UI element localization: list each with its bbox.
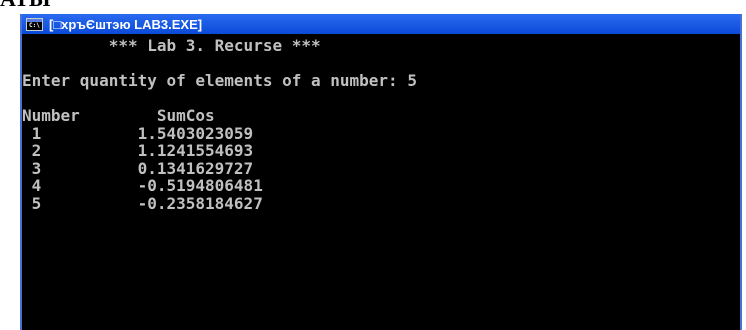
- console-prompt-line: Enter quantity of elements of a number: …: [22, 71, 417, 90]
- console-row: 5 -0.2358184627: [22, 193, 263, 213]
- cmd-icon-text: C:\: [29, 21, 40, 29]
- background-heading-fragment: ATЫ: [0, 0, 51, 12]
- cmd-console-icon[interactable]: C:\: [26, 17, 43, 31]
- console-row: 1 1.5403023059: [22, 123, 254, 143]
- window-titlebar[interactable]: C:\ [□хръЄштэю LAB3.EXE]: [22, 14, 740, 34]
- console-row: 3 0.1341629727: [22, 158, 254, 178]
- console-window[interactable]: C:\ [□хръЄштэю LAB3.EXE] *** Lab 3. Recu…: [20, 14, 742, 330]
- console-row: 4 -0.5194806481: [22, 176, 263, 195]
- window-title: [□хръЄштэю LAB3.EXE]: [49, 16, 203, 32]
- console-row: 2 1.1241554693: [22, 141, 254, 160]
- console-output[interactable]: *** Lab 3. Recurse *** Enter quantity of…: [22, 34, 740, 330]
- console-header-line: *** Lab 3. Recurse ***: [22, 36, 321, 55]
- console-column-headers: Number SumCos: [22, 106, 215, 125]
